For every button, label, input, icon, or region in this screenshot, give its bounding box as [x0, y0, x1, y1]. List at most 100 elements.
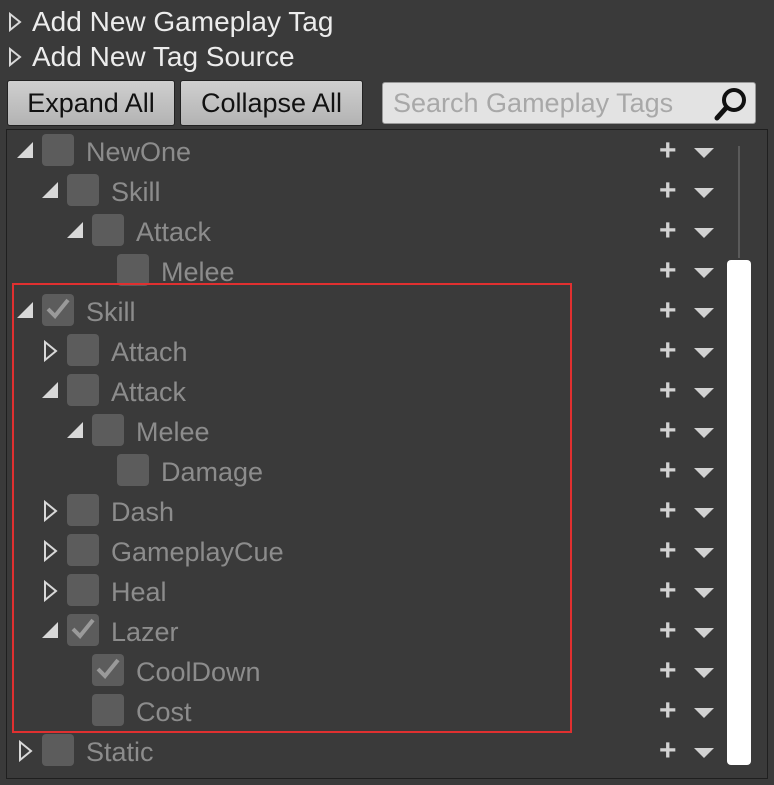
expand-all-button[interactable]: Expand All	[7, 80, 175, 126]
add-subtag-button[interactable]: +	[659, 132, 677, 172]
add-subtag-button[interactable]: +	[659, 572, 677, 612]
checkbox[interactable]	[92, 694, 124, 726]
dropdown-arrow-icon[interactable]	[693, 466, 715, 484]
dropdown-arrow-icon[interactable]	[693, 506, 715, 524]
collapsed-triangle-icon[interactable]	[40, 579, 62, 603]
search-icon[interactable]	[713, 85, 751, 128]
dropdown-arrow-icon[interactable]	[693, 186, 715, 204]
tag-label: Heal	[111, 577, 167, 607]
add-new-tag-source-row[interactable]: Add New Tag Source	[8, 40, 295, 74]
tree-row[interactable]: GameplayCue +	[7, 532, 727, 572]
expanded-triangle-icon[interactable]	[65, 220, 87, 242]
tree-row[interactable]: Cost +	[7, 692, 727, 732]
search-box[interactable]	[382, 82, 756, 124]
checkbox[interactable]	[67, 534, 99, 566]
checkbox-checked[interactable]	[92, 654, 124, 686]
add-subtag-button[interactable]: +	[659, 612, 677, 652]
tree-row[interactable]: Attach +	[7, 332, 727, 372]
dropdown-arrow-icon[interactable]	[693, 386, 715, 404]
checkbox-checked[interactable]	[42, 294, 74, 326]
dropdown-arrow-icon[interactable]	[693, 146, 715, 164]
tree-row[interactable]: Dash +	[7, 492, 727, 532]
dropdown-arrow-icon[interactable]	[693, 226, 715, 244]
add-subtag-button[interactable]: +	[659, 212, 677, 252]
checkbox[interactable]	[117, 454, 149, 486]
add-new-tag-source-label: Add New Tag Source	[32, 41, 295, 72]
checkbox[interactable]	[42, 134, 74, 166]
checkbox[interactable]	[67, 174, 99, 206]
tag-tree-view[interactable]: NewOne + Skill + Attack + Melee + Skill + Attach + A…	[6, 129, 768, 779]
collapsed-triangle-icon[interactable]	[40, 539, 62, 563]
expanded-triangle-icon[interactable]	[65, 420, 87, 442]
checkbox[interactable]	[67, 334, 99, 366]
tree-row[interactable]: NewOne +	[7, 132, 727, 172]
tag-label: NewOne	[86, 137, 192, 167]
expanded-triangle-icon[interactable]	[40, 380, 62, 402]
tag-label: Attach	[111, 337, 188, 367]
add-subtag-button[interactable]: +	[659, 252, 677, 292]
checkbox[interactable]	[92, 414, 124, 446]
checkbox[interactable]	[67, 494, 99, 526]
tree-row[interactable]: Skill +	[7, 292, 727, 332]
add-subtag-button[interactable]: +	[659, 492, 677, 532]
tree-row[interactable]: Melee +	[7, 252, 727, 292]
expanded-triangle-icon[interactable]	[15, 300, 37, 322]
dropdown-arrow-icon[interactable]	[693, 666, 715, 684]
tag-label: CoolDown	[136, 657, 261, 687]
add-subtag-button[interactable]: +	[659, 412, 677, 452]
scrollbar-track	[738, 146, 740, 258]
dropdown-arrow-icon[interactable]	[693, 586, 715, 604]
tree-row[interactable]: Attack +	[7, 212, 727, 252]
dropdown-arrow-icon[interactable]	[693, 626, 715, 644]
tree-row[interactable]: Damage +	[7, 452, 727, 492]
collapse-all-button[interactable]: Collapse All	[180, 80, 363, 126]
add-subtag-button[interactable]: +	[659, 292, 677, 332]
tree-row[interactable]: Static +	[7, 732, 727, 772]
tree-row[interactable]: Attack +	[7, 372, 727, 412]
add-subtag-button[interactable]: +	[659, 372, 677, 412]
dropdown-arrow-icon[interactable]	[693, 426, 715, 444]
tree-row[interactable]: Melee +	[7, 412, 727, 452]
add-subtag-button[interactable]: +	[659, 332, 677, 372]
checkbox[interactable]	[67, 574, 99, 606]
collapsed-triangle-icon[interactable]	[40, 499, 62, 523]
expanded-triangle-icon[interactable]	[40, 180, 62, 202]
checkbox[interactable]	[117, 254, 149, 286]
tree-row[interactable]: Heal +	[7, 572, 727, 612]
tag-label: Static	[86, 737, 154, 767]
tree-row[interactable]: CoolDown +	[7, 652, 727, 692]
checkbox[interactable]	[67, 374, 99, 406]
add-subtag-button[interactable]: +	[659, 692, 677, 732]
add-new-gameplay-tag-row[interactable]: Add New Gameplay Tag	[8, 5, 333, 39]
search-input[interactable]	[383, 86, 715, 120]
tree-row[interactable]: Skill +	[7, 172, 727, 212]
tag-label: Attack	[136, 217, 212, 247]
tag-label: Melee	[136, 417, 210, 447]
tag-label: Skill	[86, 297, 136, 327]
checkbox[interactable]	[92, 214, 124, 246]
checkbox-checked[interactable]	[67, 614, 99, 646]
dropdown-arrow-icon[interactable]	[693, 346, 715, 364]
dropdown-arrow-icon[interactable]	[693, 266, 715, 284]
add-subtag-button[interactable]: +	[659, 652, 677, 692]
dropdown-arrow-icon[interactable]	[693, 746, 715, 764]
collapsed-triangle-icon[interactable]	[15, 739, 37, 763]
checkmark-icon	[95, 655, 121, 686]
dropdown-arrow-icon[interactable]	[693, 706, 715, 724]
add-subtag-button[interactable]: +	[659, 732, 677, 772]
tag-label: Dash	[111, 497, 175, 527]
scrollbar-thumb[interactable]	[727, 260, 751, 765]
add-subtag-button[interactable]: +	[659, 452, 677, 492]
tree-row[interactable]: Lazer +	[7, 612, 727, 652]
collapsed-triangle-icon	[8, 47, 32, 67]
expanded-triangle-icon[interactable]	[40, 620, 62, 642]
add-subtag-button[interactable]: +	[659, 532, 677, 572]
tag-label: Cost	[136, 697, 192, 727]
tag-label: Damage	[161, 457, 264, 487]
dropdown-arrow-icon[interactable]	[693, 546, 715, 564]
add-subtag-button[interactable]: +	[659, 172, 677, 212]
checkbox[interactable]	[42, 734, 74, 766]
dropdown-arrow-icon[interactable]	[693, 306, 715, 324]
collapsed-triangle-icon[interactable]	[40, 339, 62, 363]
expanded-triangle-icon[interactable]	[15, 140, 37, 162]
